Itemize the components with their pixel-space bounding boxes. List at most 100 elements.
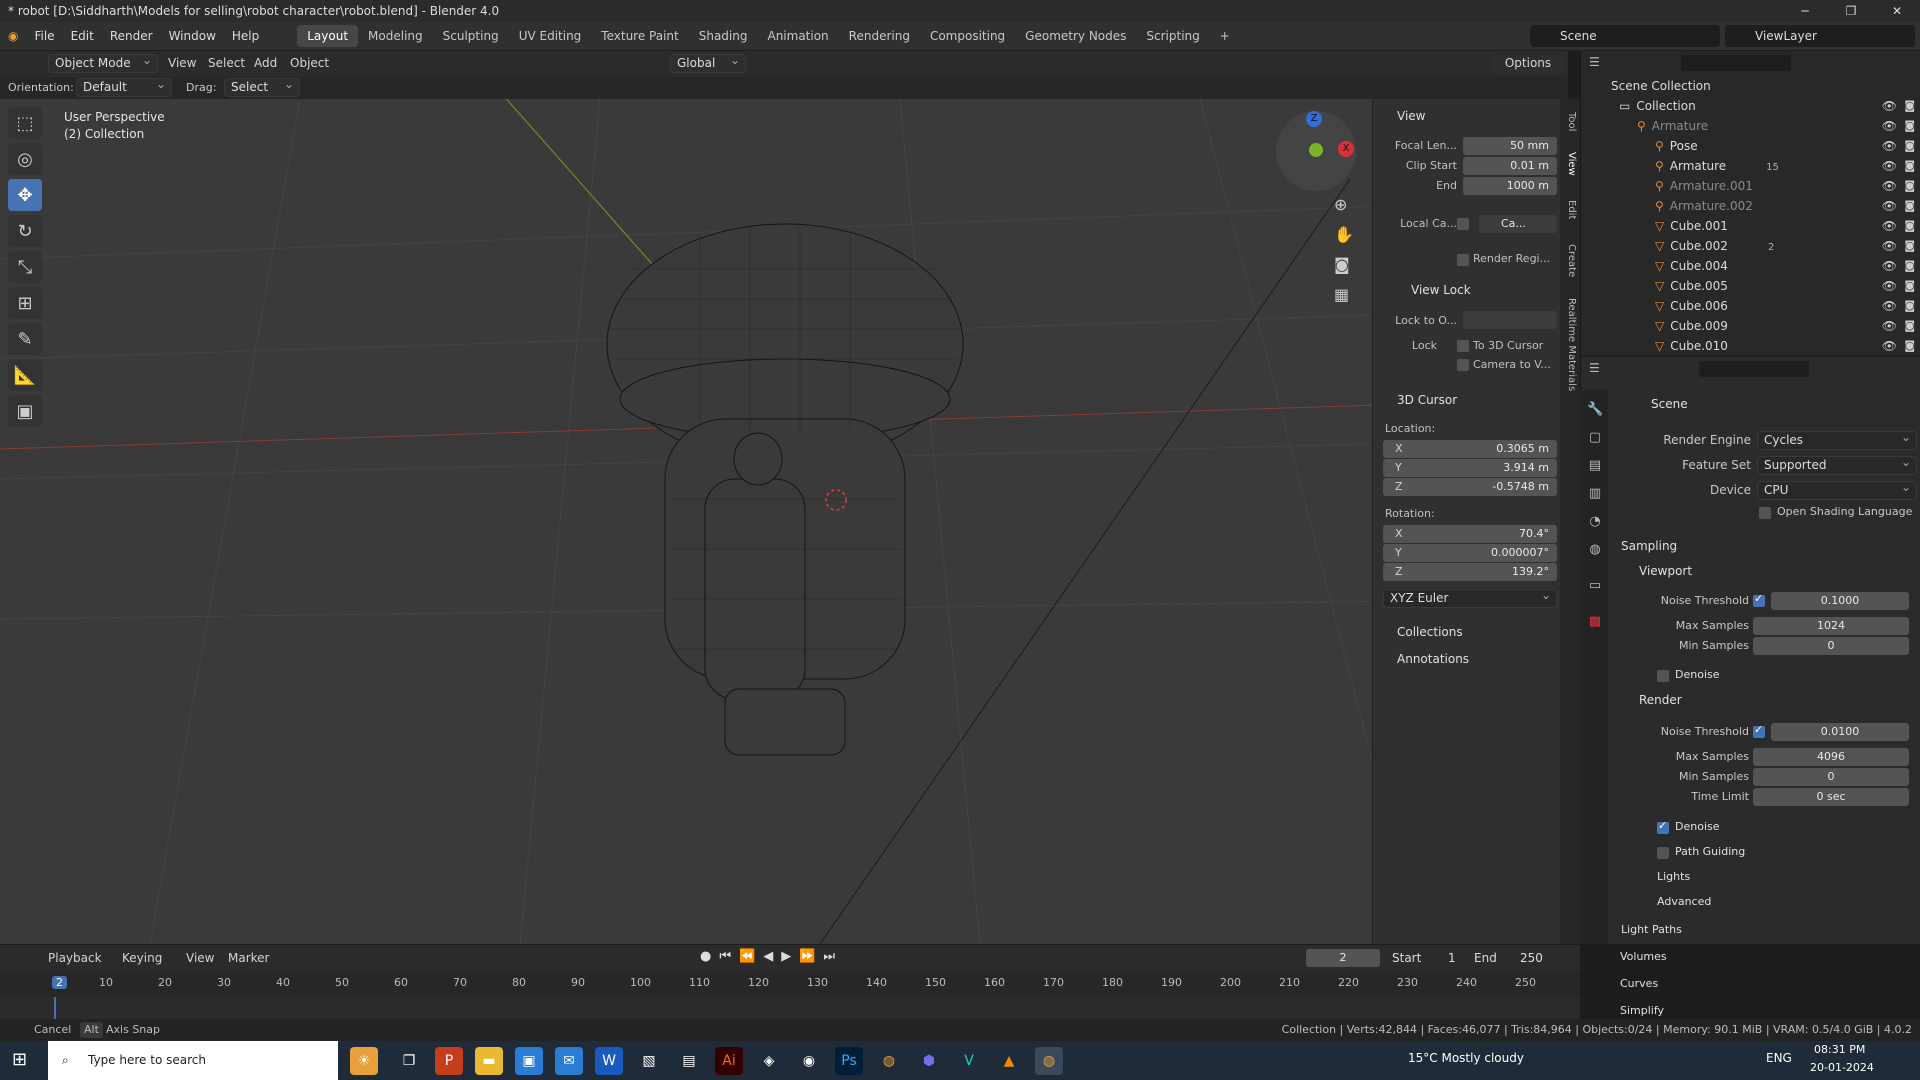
blender-logo-icon[interactable]: ◉ — [0, 29, 26, 43]
device-dropdown[interactable]: CPU — [1757, 479, 1917, 500]
sampling-panel-header[interactable]: Sampling — [1621, 539, 1677, 553]
clock-time[interactable]: 08:31 PM — [1814, 1043, 1865, 1056]
menu-file[interactable]: File — [26, 29, 62, 43]
annotations-section[interactable]: Annotations — [1397, 652, 1469, 666]
cursor-tool-icon[interactable]: ◎ — [8, 143, 42, 175]
render-visibility-icon[interactable]: ◙ — [1904, 96, 1915, 116]
vp-denoise-checkbox[interactable] — [1657, 670, 1669, 682]
outliner-row[interactable]: ▽ Cube.002 2 👁 ◙ — [1581, 236, 1920, 256]
3d-viewport[interactable]: User Perspective (2) Collection Z X ⊕ ✋ … — [0, 99, 1568, 944]
close-button[interactable]: ✕ — [1874, 0, 1920, 22]
cursor-location-y[interactable]: 3.914 m — [1383, 459, 1557, 477]
outliner-scene-collection[interactable]: Scene Collection — [1581, 76, 1920, 96]
focal-length-field[interactable]: 50 mm — [1463, 137, 1557, 155]
camera-view-icon[interactable]: ◙ — [1334, 255, 1350, 274]
viewport-menu-select[interactable]: Select — [208, 56, 245, 70]
render-visibility-icon[interactable]: ◙ — [1904, 136, 1915, 156]
visibility-eye-icon[interactable]: 👁 — [1882, 296, 1897, 316]
viewport-menu-object[interactable]: Object — [290, 56, 329, 70]
r-min-samples-field[interactable]: 0 — [1753, 768, 1909, 786]
render-visibility-icon[interactable]: ◙ — [1904, 196, 1915, 216]
current-frame-field[interactable]: 2 — [1306, 949, 1380, 967]
tab-texture-paint[interactable]: Texture Paint — [591, 25, 688, 47]
r-max-samples-field[interactable]: 4096 — [1753, 748, 1909, 766]
feature-set-dropdown[interactable]: Supported — [1757, 454, 1917, 475]
measure-tool-icon[interactable]: 📐 — [8, 359, 42, 391]
output-props-icon[interactable]: ▤ — [1587, 458, 1603, 474]
ortho-grid-icon[interactable]: ▦ — [1334, 285, 1349, 304]
collection-props-icon[interactable]: ▭ — [1587, 578, 1603, 594]
local-camera-checkbox[interactable] — [1457, 218, 1469, 230]
outliner-row[interactable]: ▽ Cube.004 👁 ◙ — [1581, 256, 1920, 276]
cursor-location-x[interactable]: 0.3065 m — [1383, 440, 1557, 458]
blender-active-taskbar-icon[interactable]: ◍ — [1035, 1047, 1063, 1075]
photoshop-icon[interactable]: Ps — [835, 1047, 863, 1075]
visibility-eye-icon[interactable]: 👁 — [1882, 256, 1897, 276]
menu-help[interactable]: Help — [224, 29, 267, 43]
local-camera-field[interactable]: Ca... — [1479, 215, 1557, 233]
gizmo-y-axis[interactable] — [1309, 143, 1323, 157]
outliner-row[interactable]: ⚲ Armature.001 👁 ◙ — [1581, 176, 1920, 196]
app-icon-b[interactable]: ◈ — [755, 1047, 783, 1075]
outliner-row[interactable]: ▽ Cube.010 👁 ◙ — [1581, 336, 1920, 356]
render-visibility-icon[interactable]: ◙ — [1904, 316, 1915, 336]
taskbar-search-box[interactable]: ⌕ Type here to search — [48, 1041, 338, 1080]
path-guiding-label[interactable]: Path Guiding — [1675, 845, 1745, 858]
move-tool-icon[interactable]: ✥ — [8, 179, 42, 211]
visibility-eye-icon[interactable]: 👁 — [1882, 216, 1897, 236]
illustrator-icon[interactable]: Ai — [715, 1047, 743, 1075]
windows-start-icon[interactable]: ⊞ — [12, 1049, 27, 1070]
osl-checkbox[interactable] — [1759, 507, 1771, 519]
sidebar-tab-view[interactable]: View — [1563, 152, 1577, 176]
drag-dropdown[interactable]: Select Box — [224, 76, 300, 111]
texture-props-icon[interactable]: ▩ — [1587, 614, 1603, 630]
annotate-tool-icon[interactable]: ✎ — [8, 323, 42, 355]
powerpoint-icon[interactable]: P — [435, 1047, 463, 1075]
store-icon[interactable]: ▣ — [515, 1047, 543, 1075]
navigation-gizmo[interactable]: Z X — [1276, 111, 1356, 191]
timeline-menu-marker[interactable]: Marker — [228, 951, 269, 965]
rotate-tool-icon[interactable]: ↻ — [8, 215, 42, 247]
app-icon-hex[interactable]: ⬢ — [915, 1047, 943, 1075]
outliner-row[interactable]: ⚲ Pose 👁 ◙ — [1581, 136, 1920, 156]
taskbar-app-icon[interactable]: ☀ — [350, 1047, 378, 1075]
outliner-search-input[interactable] — [1681, 55, 1791, 71]
vp-max-samples-field[interactable]: 1024 — [1753, 617, 1909, 635]
transform-orientation-dropdown[interactable]: Global — [670, 52, 746, 73]
end-frame-field[interactable]: 250 — [1520, 951, 1543, 965]
path-guiding-checkbox[interactable] — [1657, 847, 1669, 859]
r-noise-threshold-field[interactable]: 0.0100 — [1771, 723, 1909, 741]
light-paths-panel[interactable]: Light Paths — [1621, 923, 1682, 936]
mail-icon[interactable]: ✉ — [555, 1047, 583, 1075]
weather-widget[interactable]: 15°C Mostly cloudy — [1408, 1051, 1524, 1065]
timeline-menu-playback[interactable]: Playback — [48, 951, 102, 965]
visibility-eye-icon[interactable]: 👁 — [1882, 96, 1897, 116]
tab-geometry-nodes[interactable]: Geometry Nodes — [1015, 25, 1136, 47]
simplify-panel[interactable]: Simplify — [1620, 1004, 1664, 1017]
time-limit-field[interactable]: 0 sec — [1753, 788, 1909, 806]
tab-shading[interactable]: Shading — [689, 25, 758, 47]
task-view-icon[interactable]: ❐ — [395, 1047, 423, 1075]
sidebar-tab-edit[interactable]: Edit — [1563, 200, 1577, 219]
playback-controls[interactable]: ●⏮⏪◀▶⏩⏭ — [700, 949, 843, 964]
visibility-eye-icon[interactable]: 👁 — [1882, 276, 1897, 296]
render-visibility-icon[interactable]: ◙ — [1904, 236, 1915, 256]
visibility-eye-icon[interactable]: 👁 — [1882, 156, 1897, 176]
vlc-icon[interactable]: ▲ — [995, 1047, 1023, 1075]
vp-noise-threshold-field[interactable]: 0.1000 — [1771, 592, 1909, 610]
timeline-menu-keying[interactable]: Keying — [122, 951, 162, 965]
select-box-icon[interactable]: ⬚ — [8, 107, 42, 139]
blender-taskbar-icon[interactable]: ◍ — [875, 1047, 903, 1075]
timeline-menu-view[interactable]: View — [186, 951, 214, 965]
camera-to-view-checkbox[interactable] — [1457, 359, 1469, 371]
world-props-icon[interactable]: ◍ — [1587, 542, 1603, 558]
cursor-rotation-y[interactable]: 0.000007° — [1383, 544, 1557, 562]
vp-min-samples-field[interactable]: 0 — [1753, 637, 1909, 655]
curves-panel[interactable]: Curves — [1620, 977, 1658, 990]
maximize-button[interactable]: ❐ — [1828, 0, 1874, 22]
tab-animation[interactable]: Animation — [757, 25, 838, 47]
app-icon-v[interactable]: V — [955, 1047, 983, 1075]
cursor-rotation-z[interactable]: 139.2° — [1383, 563, 1557, 581]
volumes-panel[interactable]: Volumes — [1620, 950, 1667, 963]
render-visibility-icon[interactable]: ◙ — [1904, 176, 1915, 196]
